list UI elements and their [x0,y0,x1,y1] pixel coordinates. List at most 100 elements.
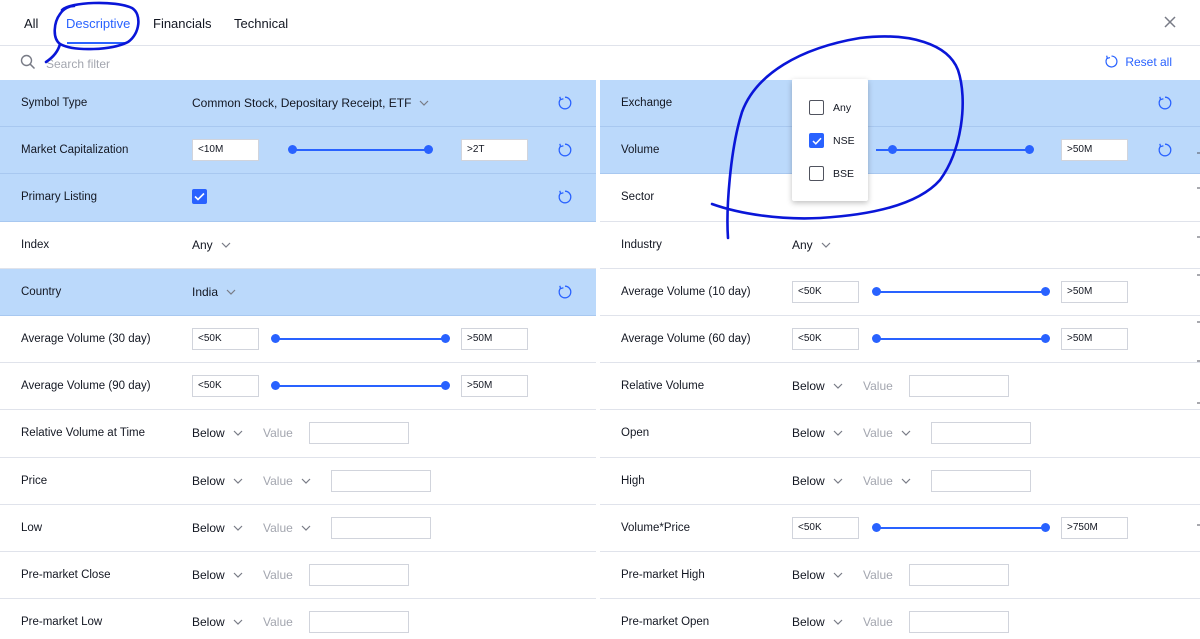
exchange-option-any[interactable]: Any [809,100,851,115]
value-input[interactable] [309,422,409,445]
value-input[interactable] [309,611,409,634]
value-type-label: Value [863,379,893,394]
value-input[interactable] [331,469,431,492]
slider-max-handle[interactable] [1041,333,1050,343]
value-input[interactable] [909,611,1009,634]
checkbox-unchecked[interactable] [809,100,824,115]
checkbox-checked[interactable] [809,133,824,148]
max-input[interactable]: >50M [1061,280,1128,303]
max-input[interactable]: >50M [461,375,528,398]
min-input[interactable]: <50K [792,327,859,350]
value-input[interactable] [309,563,409,586]
range-slider-fill [292,149,428,152]
slider-min-handle[interactable] [872,333,881,343]
max-input[interactable]: >50M [1061,327,1128,350]
max-input[interactable]: >50M [461,327,528,350]
symbol-type-dropdown[interactable]: Common Stock, Depositary Receipt, ETF [192,96,429,110]
value-input[interactable] [931,422,1031,445]
min-input[interactable]: <10M [192,139,259,162]
filter-label: Average Volume (90 day) [21,380,151,393]
max-input[interactable]: >2T [461,139,528,162]
operator-dropdown[interactable]: Below [192,521,243,535]
slider-max-handle[interactable] [1025,145,1034,155]
chevron-down-icon [226,289,236,295]
tab-descriptive[interactable]: Descriptive [66,16,130,31]
operator-dropdown[interactable]: Below [192,568,243,582]
slider-min-handle[interactable] [288,145,297,155]
reset-filter-icon[interactable] [557,95,573,111]
operator-dropdown[interactable]: Below [792,474,843,488]
operator-dropdown[interactable]: Below [792,568,843,582]
filter-row-industry: Industry Any [600,222,1200,269]
close-icon[interactable] [1162,14,1178,30]
value-type-label: Value [863,567,893,582]
operator-dropdown[interactable]: Below [192,615,243,629]
value-type-dropdown[interactable]: Value [863,474,911,488]
slider-max-handle[interactable] [424,145,433,155]
reset-filter-icon[interactable] [1157,142,1173,158]
filter-row-open: Open Below Value [600,410,1200,458]
value-input[interactable] [931,469,1031,492]
operator-dropdown[interactable]: Below [792,426,843,440]
min-input[interactable]: <50K [792,280,859,303]
slider-min-handle[interactable] [271,333,280,343]
value-type-dropdown[interactable]: Value [263,521,311,535]
value-type-dropdown[interactable]: Value [863,426,911,440]
filter-row-avg-volume-60: Average Volume (60 day) <50K >50M [600,316,1200,364]
value-input[interactable] [331,516,431,539]
max-input[interactable]: >50M [1061,139,1128,162]
slider-min-handle[interactable] [888,145,897,155]
primary-listing-checkbox[interactable] [192,189,207,205]
option-label: Any [833,101,852,114]
search-input[interactable] [46,55,446,73]
exchange-option-bse[interactable]: BSE [809,166,854,181]
tab-all[interactable]: All [24,16,38,31]
filter-row-avg-volume-30: Average Volume (30 day) <50K >50M [0,316,596,364]
value-input[interactable] [909,563,1009,586]
reset-filter-icon[interactable] [557,142,573,158]
min-input[interactable]: <50K [792,516,859,539]
checkbox-unchecked[interactable] [809,166,824,181]
min-input[interactable]: <50K [192,375,259,398]
filter-label: Volume*Price [621,521,691,534]
value-input[interactable] [909,375,1009,398]
slider-max-handle[interactable] [1041,522,1050,532]
filter-label: High [621,474,645,487]
filter-label: Market Capitalization [21,144,129,157]
operator-dropdown[interactable]: Below [792,379,843,393]
tab-financials[interactable]: Financials [153,16,212,31]
dropdown-value: Below [792,379,825,394]
operator-dropdown[interactable]: Below [792,615,843,629]
option-label: NSE [833,134,855,147]
exchange-option-nse[interactable]: NSE [809,133,855,148]
chevron-down-icon [301,478,311,484]
slider-max-handle[interactable] [441,333,450,343]
slider-min-handle[interactable] [872,522,881,532]
index-dropdown[interactable]: Any [192,238,231,252]
filter-row-primary-listing: Primary Listing [0,174,596,222]
reset-filter-icon[interactable] [557,284,573,300]
filter-label: Price [21,474,48,487]
filter-label: Pre-market Close [21,568,111,581]
slider-min-handle[interactable] [271,381,280,391]
reset-filter-icon[interactable] [1157,95,1173,111]
filter-row-symbol-type: Symbol Type Common Stock, Depositary Rec… [0,80,596,128]
operator-dropdown[interactable]: Below [192,426,243,440]
active-tab-indicator [67,42,127,44]
slider-min-handle[interactable] [872,286,881,296]
value-type-dropdown[interactable]: Value [263,474,311,488]
country-dropdown[interactable]: India [192,285,236,299]
slider-max-handle[interactable] [441,381,450,391]
search-icon [20,54,36,70]
reset-all-button[interactable]: Reset all [1104,54,1172,69]
reset-filter-icon[interactable] [557,189,573,205]
operator-dropdown[interactable]: Below [192,474,243,488]
filter-label: Symbol Type [21,97,88,109]
slider-max-handle[interactable] [1041,286,1050,296]
min-input[interactable]: <50K [192,327,259,350]
tab-technical[interactable]: Technical [234,16,288,31]
value-type-label: Value [263,567,293,582]
max-input[interactable]: >750M [1061,516,1128,539]
industry-dropdown[interactable]: Any [792,238,831,252]
value-type-label: Value [263,615,293,630]
